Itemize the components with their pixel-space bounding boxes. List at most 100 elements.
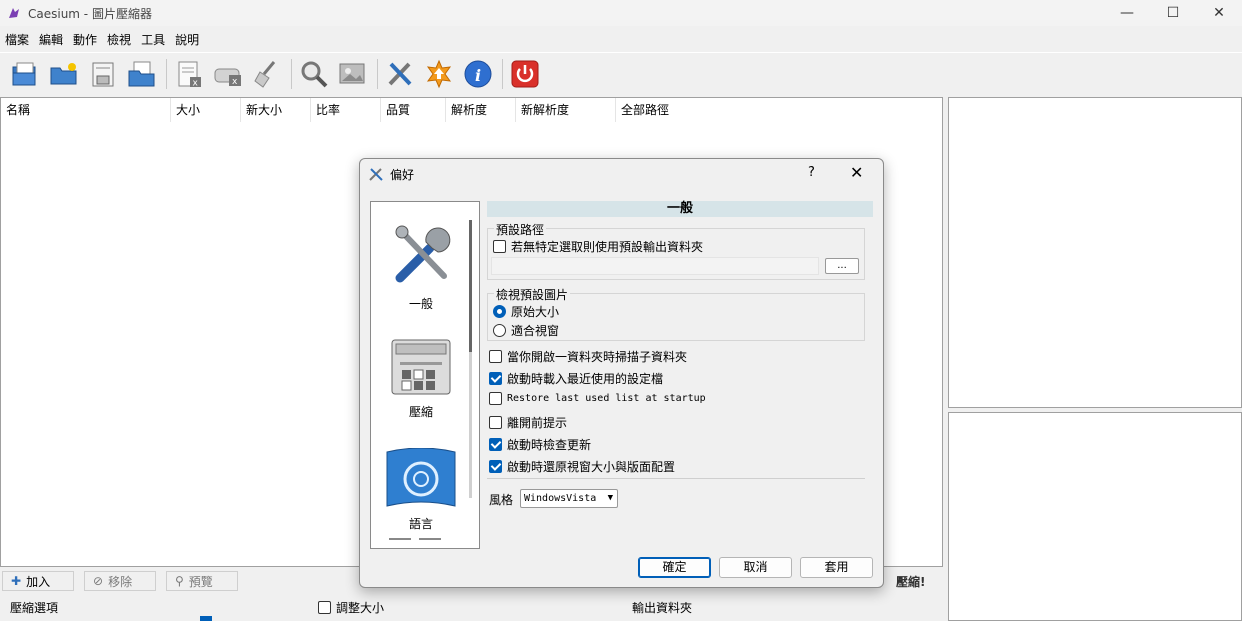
remove-item-button[interactable]: x [172, 57, 206, 91]
section-title: 一般 [487, 201, 873, 217]
maximize-button[interactable]: ☐ [1150, 0, 1196, 26]
column-quality[interactable]: 品質 [381, 98, 446, 122]
menu-help[interactable]: 說明 [170, 31, 204, 48]
option-checkbox-load-last-profile[interactable] [489, 372, 502, 385]
menu-action[interactable]: 動作 [68, 31, 102, 48]
resize-label: 調整大小 [336, 601, 385, 615]
style-select[interactable]: WindowsVista ▼ [520, 489, 618, 508]
style-label: 風格 [489, 493, 514, 507]
column-size[interactable]: 大小 [171, 98, 241, 122]
exit-button[interactable] [508, 57, 542, 91]
toolbar: x x i [0, 52, 1242, 94]
default-path-input[interactable] [491, 257, 819, 275]
option-check-updates[interactable]: 啟動時檢查更新 [489, 436, 591, 453]
menu-edit[interactable]: 編輯 [34, 31, 68, 48]
minimize-button[interactable]: — [1104, 0, 1150, 26]
compression-options-label: 壓縮選項 [10, 601, 59, 615]
preferences-dialog: 偏好 ? ✕ 一般 壓縮 語言 一般 預設路徑 若無特定選取則使用預設輸出資料夾… [359, 158, 884, 588]
help-button[interactable]: ? [808, 165, 815, 180]
clean-icon [254, 60, 276, 88]
dialog-title-bar: 偏好 [360, 159, 883, 189]
fit-window-radio[interactable] [493, 324, 506, 337]
preview-button[interactable] [336, 57, 370, 91]
power-icon [511, 60, 539, 87]
nav-scrollbar-thumb[interactable] [469, 220, 472, 352]
original-size-label: 原始大小 [511, 305, 560, 319]
search-icon [301, 61, 328, 87]
original-size-radio[interactable] [493, 305, 506, 318]
globe-flag-icon [386, 447, 456, 507]
preview-button-bottom[interactable]: ⚲ 預覽 [166, 571, 238, 591]
menu-tools[interactable]: 工具 [136, 31, 170, 48]
svg-text:x: x [193, 78, 199, 88]
browse-path-button[interactable]: ... [825, 258, 859, 274]
option-label-restore-last-list: Restore last used list at startup [507, 393, 706, 404]
option-checkbox-restore-window-layout[interactable] [489, 460, 502, 473]
option-label-prompt-on-exit: 離開前提示 [507, 416, 568, 430]
close-dialog-button[interactable]: ✕ [850, 163, 863, 182]
save-list-button[interactable] [86, 57, 120, 91]
column-name[interactable]: 名稱 [1, 98, 171, 122]
cancel-button[interactable]: 取消 [719, 557, 792, 578]
resize-group[interactable]: 調整大小 [318, 594, 384, 621]
add-files-button[interactable] [8, 57, 42, 91]
close-window-button[interactable]: ✕ [1196, 0, 1242, 26]
original-size-option[interactable]: 原始大小 [493, 303, 559, 320]
search-button[interactable] [297, 57, 331, 91]
column-ratio[interactable]: 比率 [311, 98, 381, 122]
use-default-output-checkbox[interactable] [493, 240, 506, 253]
open-folder-icon [50, 62, 77, 84]
option-restore-window-layout[interactable]: 啟動時還原視窗大小與版面配置 [489, 458, 675, 475]
option-checkbox-prompt-on-exit[interactable] [489, 416, 502, 429]
file-list-header: 名稱 大小 新大小 比率 品質 解析度 新解析度 全部路徑 [1, 98, 942, 122]
add-button-label: 加入 [26, 574, 51, 589]
open-folder-button[interactable] [47, 57, 81, 91]
info-button[interactable]: i [461, 57, 495, 91]
clear-list-icon: x [214, 68, 241, 87]
nav-label-general: 一般 [408, 297, 433, 311]
update-button[interactable] [422, 57, 456, 91]
menu-file[interactable]: 檔案 [0, 31, 34, 48]
dialog-title: 偏好 [390, 167, 415, 182]
nav-item-general[interactable]: 一般 [371, 220, 471, 312]
clean-button[interactable] [250, 57, 284, 91]
quality-slider-handle[interactable] [200, 616, 212, 621]
apply-button[interactable]: 套用 [800, 557, 873, 578]
resize-checkbox[interactable] [318, 601, 331, 614]
use-default-output-option[interactable]: 若無特定選取則使用預設輸出資料夾 [493, 238, 703, 255]
option-load-last-profile[interactable]: 啟動時載入最近使用的設定檔 [489, 370, 663, 387]
preferences-nav-list[interactable]: 一般 壓縮 語言 [370, 201, 480, 549]
nav-item-compression[interactable]: 壓縮 [371, 336, 471, 420]
tools-icon [369, 168, 383, 181]
column-full-path[interactable]: 全部路徑 [616, 98, 942, 122]
menu-view[interactable]: 檢視 [102, 31, 136, 48]
clear-list-button[interactable]: x [211, 57, 245, 91]
option-checkbox-check-updates[interactable] [489, 438, 502, 451]
nav-scrollbar[interactable] [469, 220, 472, 498]
option-scan-subfolders[interactable]: 當你開啟一資料夾時掃描子資料夾 [489, 348, 687, 365]
column-new-resolution[interactable]: 新解析度 [516, 98, 616, 122]
preferences-button[interactable] [383, 57, 417, 91]
option-label-check-updates: 啟動時檢查更新 [507, 438, 592, 452]
preferences-icon [388, 62, 412, 85]
open-list-button[interactable] [125, 57, 159, 91]
chevron-down-icon: ▼ [607, 493, 613, 503]
option-prompt-on-exit[interactable]: 離開前提示 [489, 414, 567, 431]
compressed-preview-panel [948, 412, 1242, 621]
compress-button[interactable]: 壓縮! [880, 571, 925, 591]
add-button[interactable]: ✚ 加入 [2, 571, 74, 591]
remove-button[interactable]: ⊘ 移除 [84, 571, 156, 591]
option-checkbox-restore-last-list[interactable] [489, 392, 502, 405]
preview-button-label: 預覽 [188, 574, 213, 589]
option-restore-last-list[interactable]: Restore last used list at startup [489, 392, 706, 405]
column-resolution[interactable]: 解析度 [446, 98, 516, 122]
toolbar-separator [377, 58, 378, 89]
style-select-value: WindowsVista [524, 493, 597, 504]
nav-label-language: 語言 [408, 517, 433, 531]
ok-button[interactable]: 確定 [638, 557, 711, 578]
option-checkbox-scan-subfolders[interactable] [489, 350, 502, 363]
nav-item-language[interactable]: 語言 [371, 447, 471, 532]
column-new-size[interactable]: 新大小 [241, 98, 311, 122]
open-list-icon [128, 61, 155, 86]
fit-window-option[interactable]: 適合視窗 [493, 322, 559, 339]
